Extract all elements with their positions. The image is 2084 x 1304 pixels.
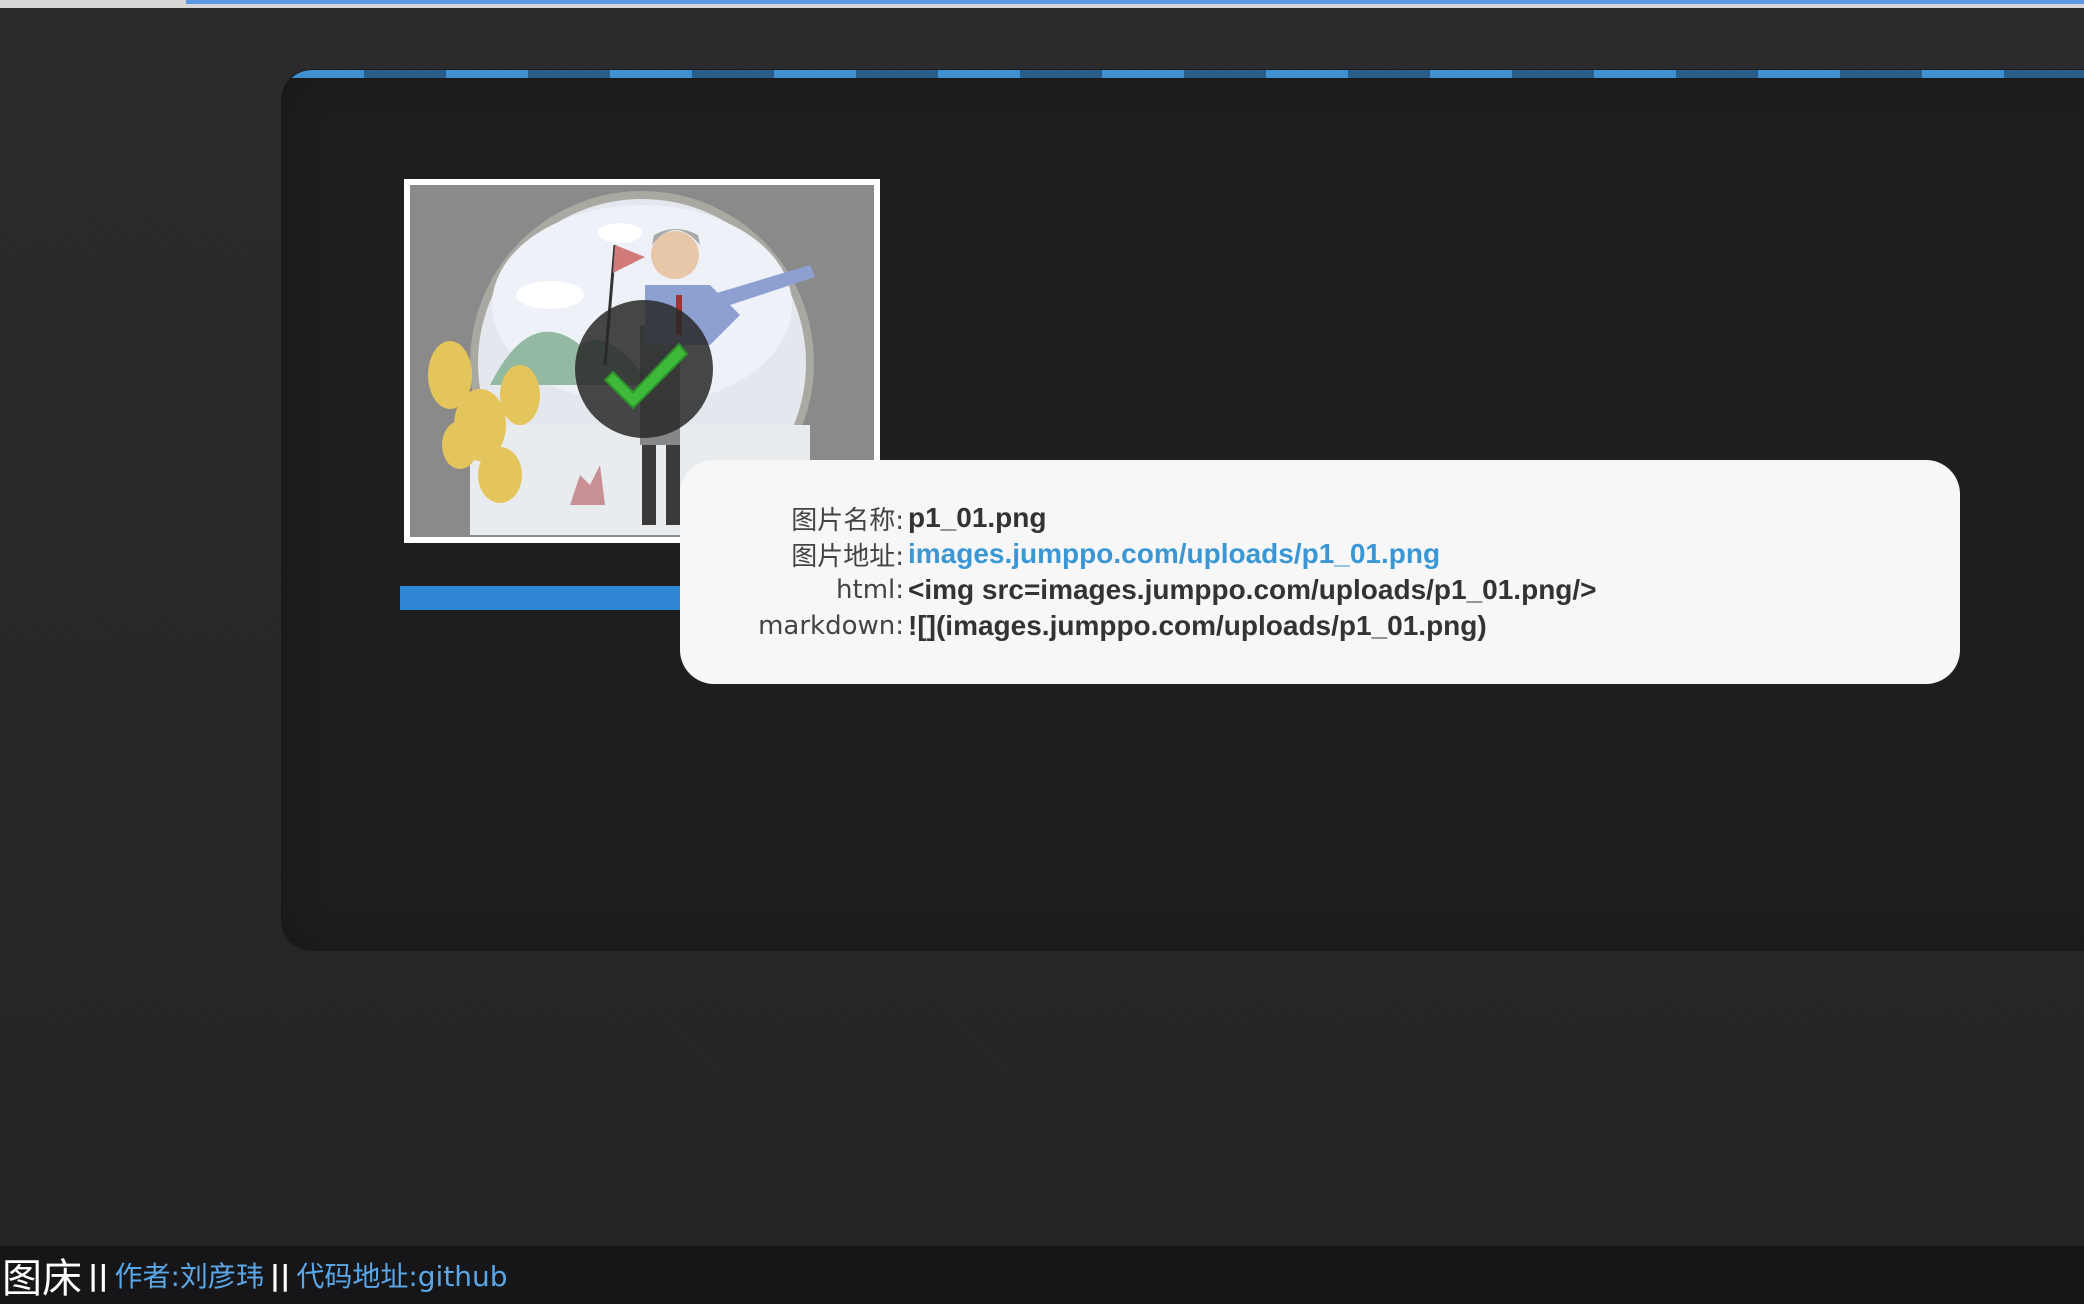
image-name-row: 图片名称: p1_01.png (680, 500, 1960, 536)
page-footer: 图床 || 作者:刘彦玮 || 代码地址:github (0, 1246, 2084, 1304)
upload-progress-bar (400, 586, 700, 610)
upload-success-badge (575, 300, 713, 438)
site-brand: 图床 (2, 1256, 82, 1302)
image-markdown-label: markdown: (758, 611, 904, 641)
image-html-row: html: <img src=images.jumppo.com/uploads… (680, 572, 1960, 608)
image-markdown-row: markdown: ![](images.jumppo.com/uploads/… (680, 608, 1960, 644)
author-link[interactable]: 作者:刘彦玮 (114, 1255, 263, 1295)
browser-loading-fill (186, 0, 2084, 4)
github-link[interactable]: 代码地址:github (296, 1255, 507, 1295)
check-icon (603, 342, 689, 410)
image-html-value[interactable]: <img src=images.jumppo.com/uploads/p1_01… (908, 574, 1597, 606)
footer-separator: || (269, 1258, 291, 1292)
image-url-link[interactable]: images.jumppo.com/uploads/p1_01.png (908, 538, 1440, 570)
image-name-label: 图片名称: (791, 505, 904, 536)
footer-separator: || (88, 1258, 109, 1292)
image-info-tooltip: 图片名称: p1_01.png 图片地址: images.jumppo.com/… (680, 460, 1960, 684)
image-url-row: 图片地址: images.jumppo.com/uploads/p1_01.pn… (680, 536, 1960, 572)
image-html-label: html: (836, 575, 904, 605)
panel-top-stripe (282, 70, 2084, 78)
image-name-value: p1_01.png (908, 502, 1047, 533)
image-url-label: 图片地址: (791, 541, 904, 572)
image-markdown-value[interactable]: ![](images.jumppo.com/uploads/p1_01.png) (908, 610, 1487, 642)
browser-loading-bar (0, 0, 2084, 8)
